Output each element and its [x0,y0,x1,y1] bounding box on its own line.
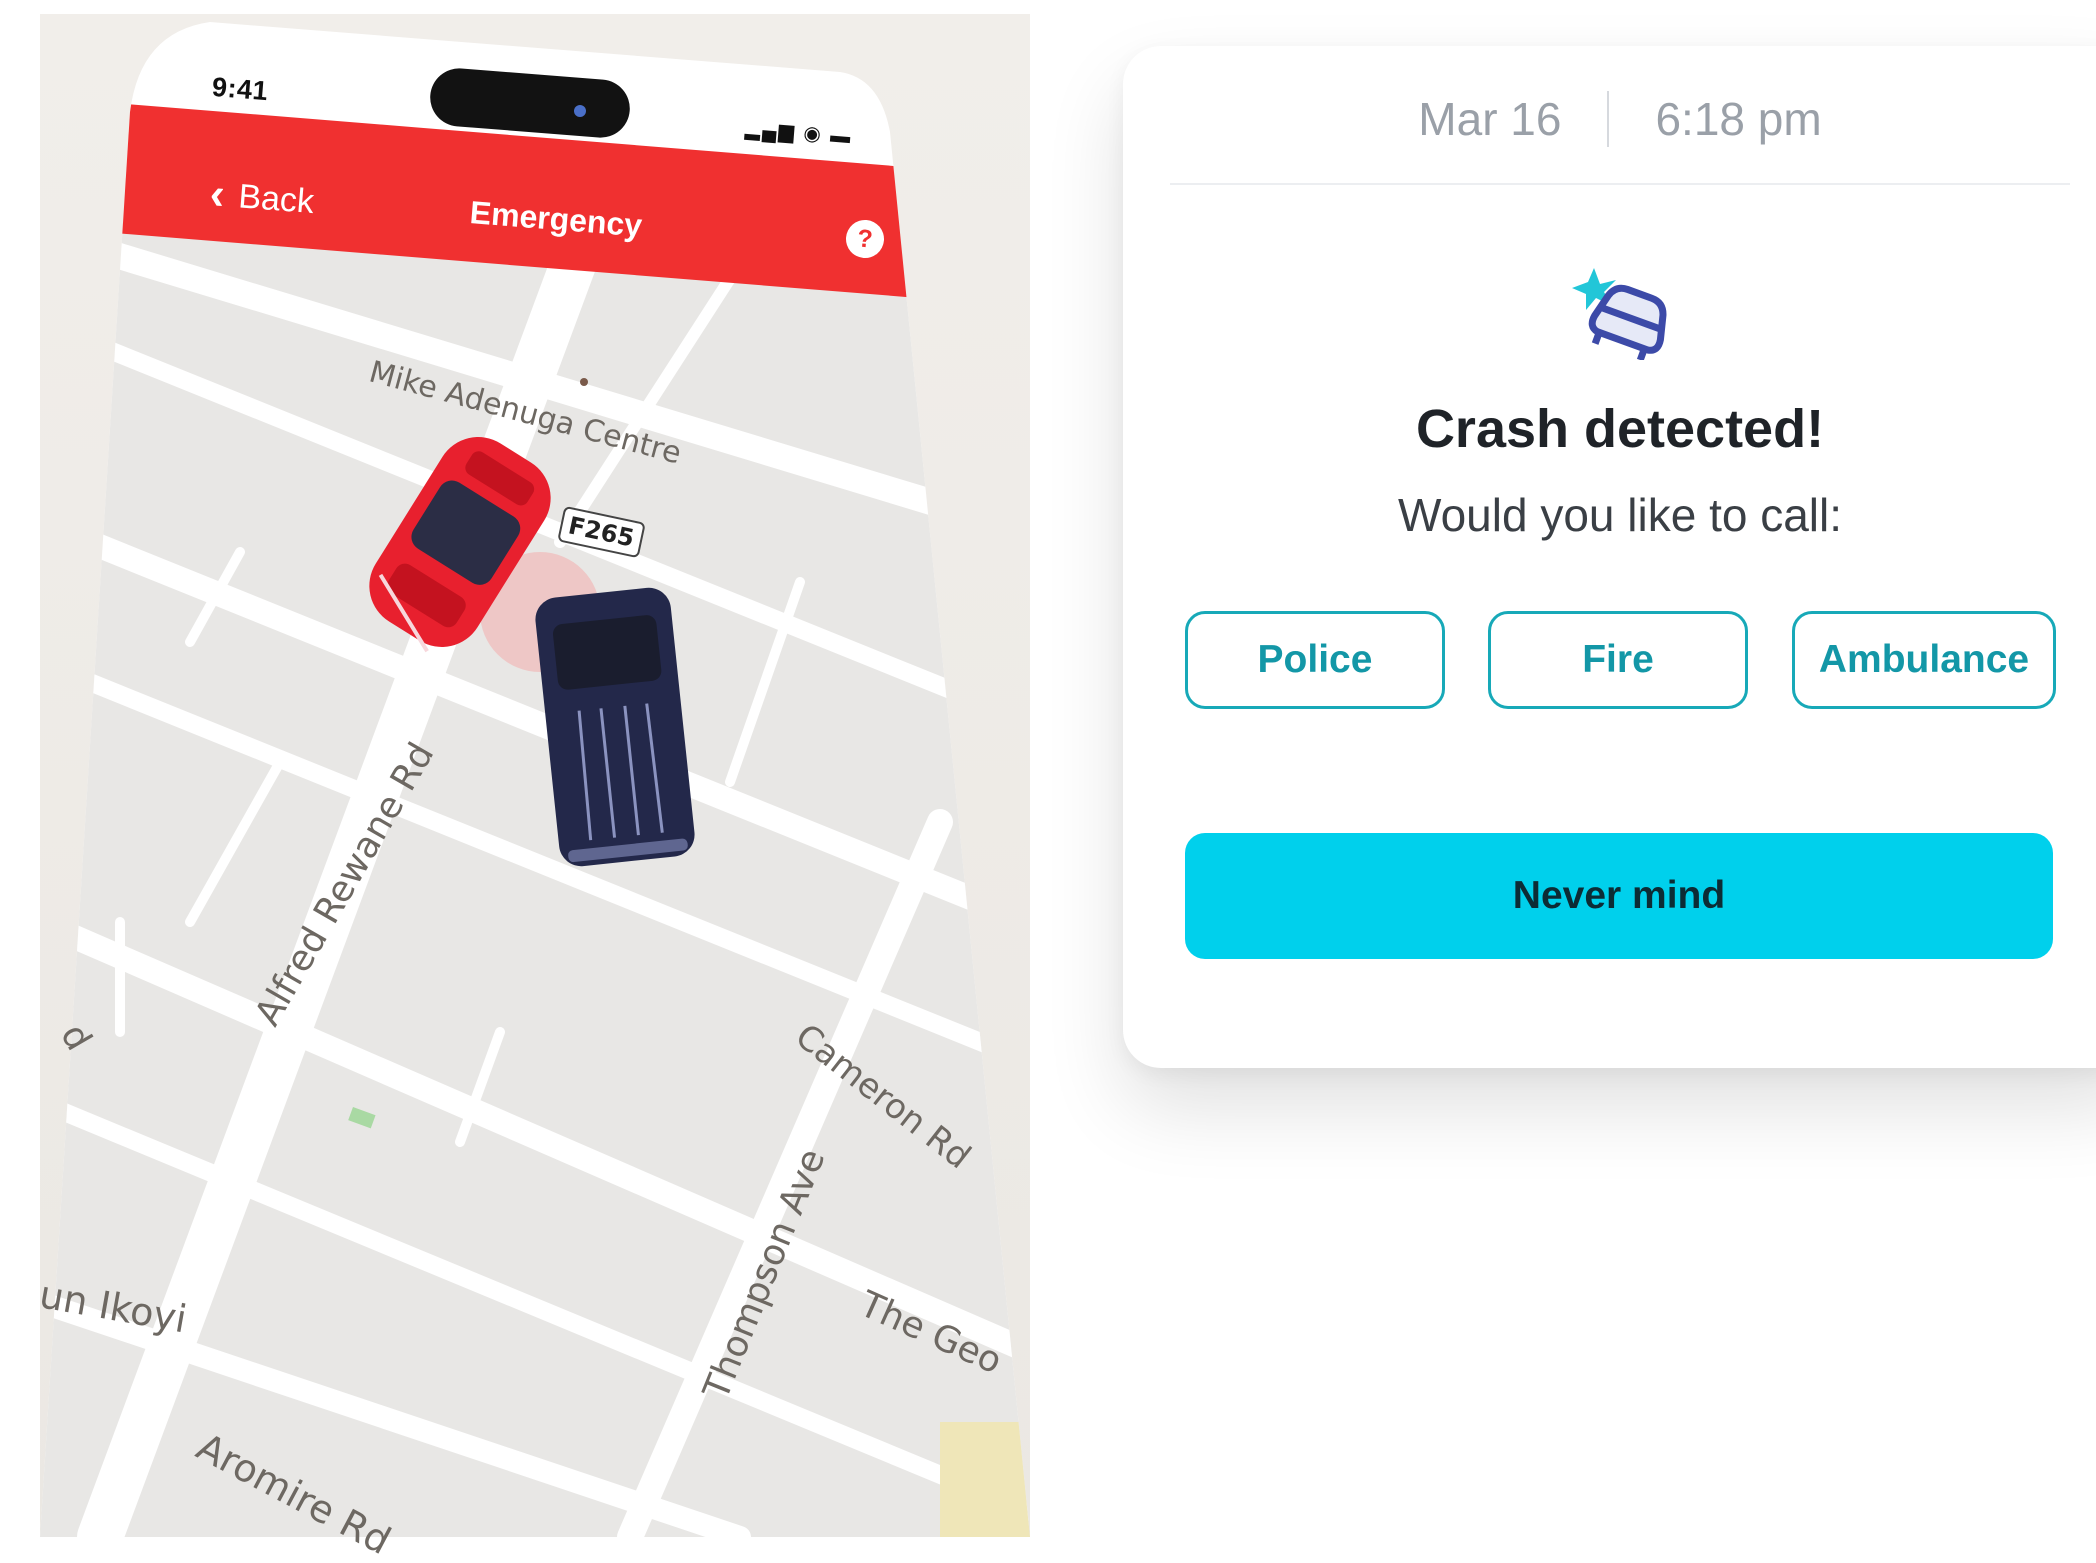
call-fire-button[interactable]: Fire [1488,611,1748,709]
alert-time: 6:18 pm [1655,93,1822,145]
header-divider [1170,183,2070,185]
timestamp-row: Mar 16 6:18 pm [1170,82,2070,156]
timestamp-divider [1607,91,1610,147]
map-area [940,1422,1030,1537]
back-label: Back [237,176,316,221]
map-poi-dot [580,378,588,386]
car-crash-icon [1572,268,1667,360]
phone-mockup: 9:41 ▂▄▆ ◉ ▬ ‹ Back Emergency ? Mike Ade… [36,22,1030,1563]
status-time: 9:41 [210,71,270,107]
back-button[interactable]: ‹ Back [208,169,316,224]
never-mind-button[interactable]: Never mind [1185,833,2053,959]
alert-date: Mar 16 [1418,93,1562,145]
call-ambulance-button[interactable]: Ambulance [1792,611,2056,709]
chevron-left-icon: ‹ [208,169,227,220]
alert-title: Crash detected! [1415,399,1825,459]
camera-lens [574,105,586,117]
call-police-button[interactable]: Police [1185,611,1445,709]
navy-car [535,587,695,867]
alert-subtitle: Would you like to call: [1397,489,1843,541]
